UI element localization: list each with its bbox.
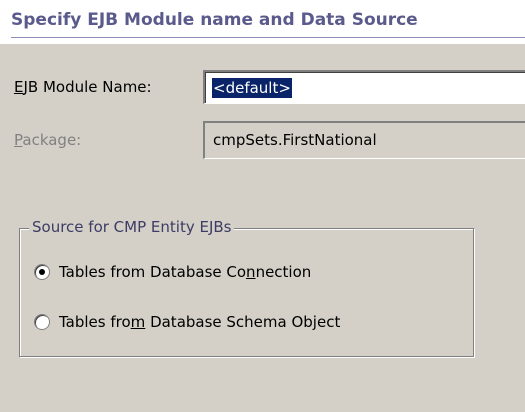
radio-button-unselected-icon[interactable] [34, 314, 50, 330]
module-name-value: <default> [212, 78, 292, 98]
radio-tables-from-schema[interactable]: Tables from Database Schema Object [34, 309, 340, 335]
package-value: cmpSets.FirstNational [213, 131, 377, 149]
radio-tables-from-schema-label: Tables from Database Schema Object [59, 313, 341, 331]
page-title: Specify EJB Module name and Data Source [11, 10, 418, 30]
module-name-input[interactable]: <default> [203, 70, 525, 104]
package-field: cmpSets.FirstNational [203, 121, 525, 159]
cmp-source-legend: Source for CMP Entity EJBs [29, 218, 235, 236]
module-name-label: EJB Module Name: [14, 78, 152, 96]
header-divider [11, 37, 525, 38]
radio-tables-from-connection-label: Tables from Database Connection [59, 263, 312, 281]
radio-tables-from-connection[interactable]: Tables from Database Connection [34, 259, 311, 285]
wizard-header: Specify EJB Module name and Data Source [0, 0, 525, 44]
package-label-text: ackage: [22, 131, 82, 149]
module-name-label-text: JB Module Name: [23, 78, 152, 96]
radio-dot-icon [39, 269, 45, 275]
package-label: Package: [14, 131, 81, 149]
radio-button-selected-icon[interactable] [34, 264, 50, 280]
cmp-source-groupbox [19, 228, 475, 358]
